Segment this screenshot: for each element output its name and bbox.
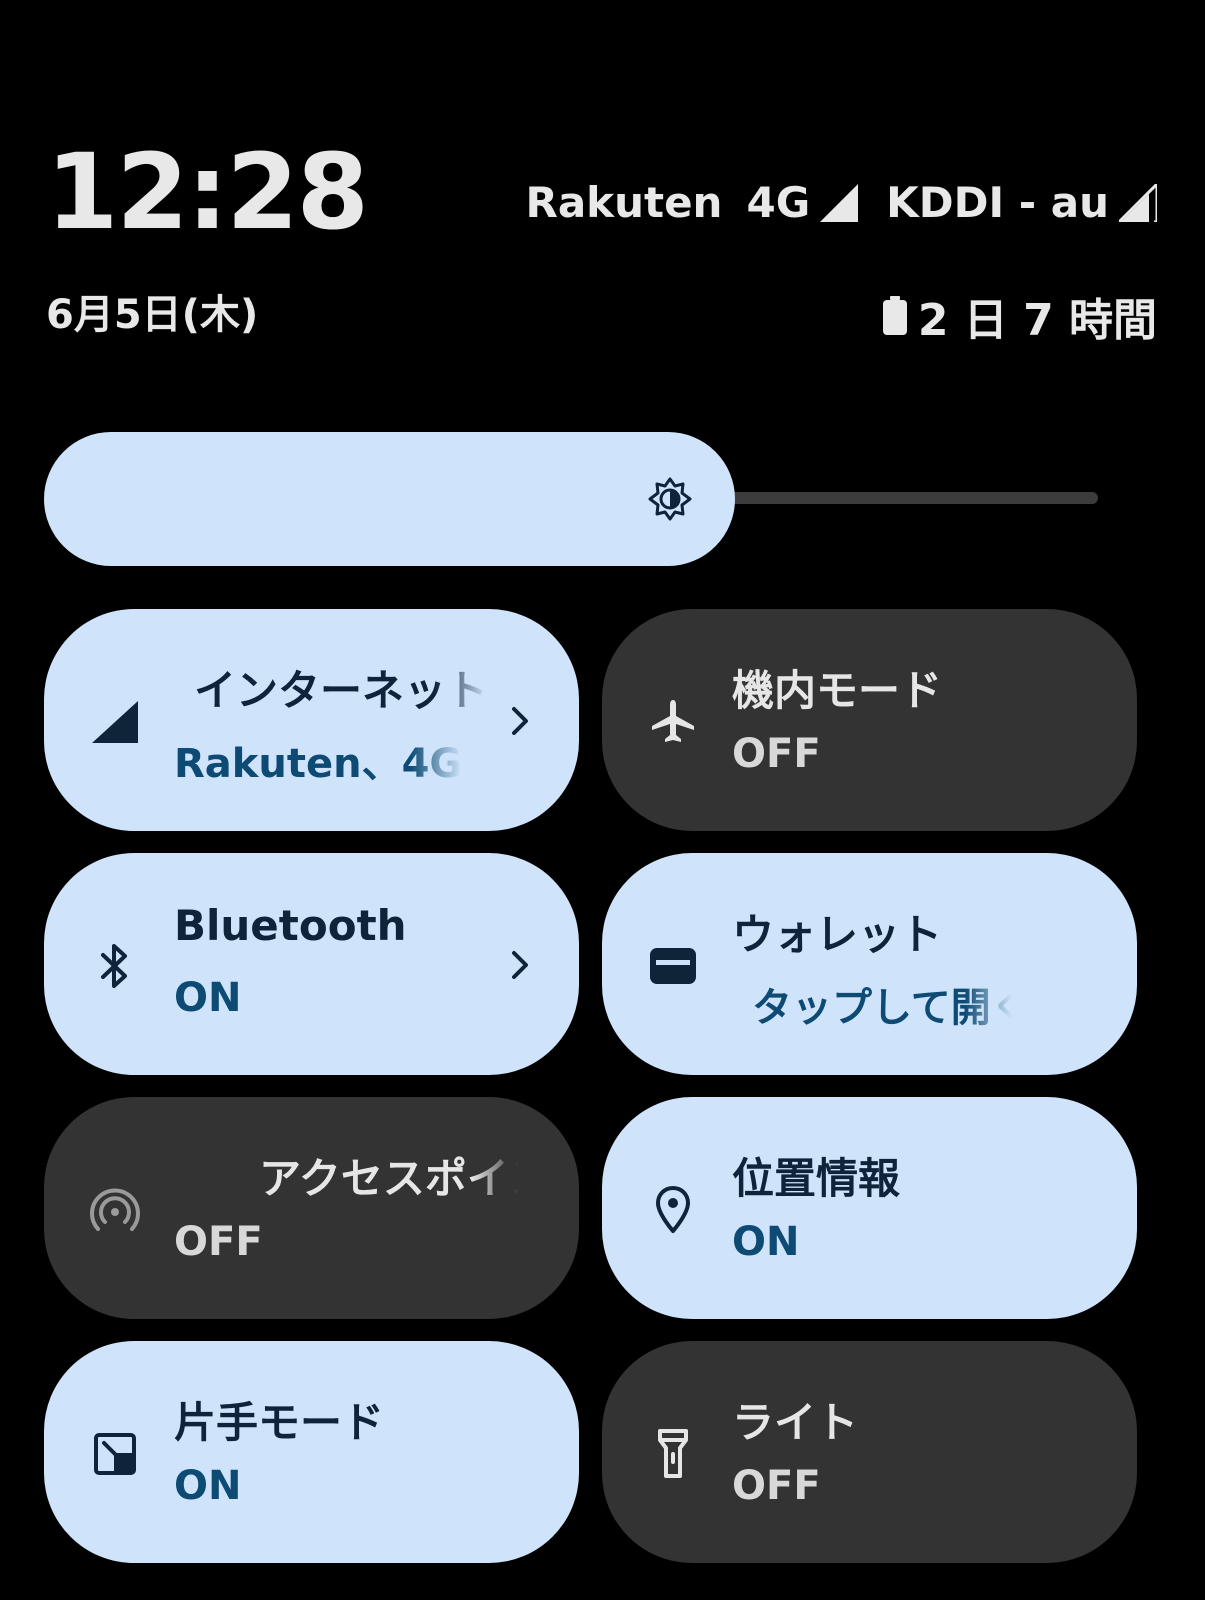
tile-one-handed-title: 片手モード	[174, 1398, 385, 1447]
tile-airplane-status: OFF	[732, 731, 821, 777]
carrier2-name: KDDI - au	[886, 178, 1109, 227]
brightness-slider[interactable]	[44, 432, 1098, 566]
tile-internet-title: インターネット	[194, 666, 489, 715]
tile-wallet[interactable]: ウォレット タップして開く	[602, 853, 1137, 1075]
carrier1-name: Rakuten	[525, 178, 723, 227]
clock[interactable]: 12:28	[46, 140, 369, 244]
signal-icon	[88, 695, 142, 749]
tile-one-handed-status: ON	[174, 1463, 242, 1509]
tile-bluetooth[interactable]: Bluetooth ON	[44, 853, 579, 1075]
tile-internet[interactable]: インターネット Rakuten、4G	[44, 609, 579, 831]
tile-wallet-status: タップして開く	[752, 985, 1012, 1031]
tile-hotspot-status: OFF	[174, 1219, 263, 1265]
tile-airplane-mode[interactable]: 機内モード OFF	[602, 609, 1137, 831]
tile-hotspot-title: アクセスポイント	[259, 1154, 519, 1203]
tile-internet-status: Rakuten、4G	[174, 741, 463, 787]
bluetooth-icon	[88, 939, 142, 993]
tile-location-title: 位置情報	[732, 1154, 901, 1203]
airplane-icon	[646, 695, 700, 749]
battery-icon	[882, 296, 907, 335]
brightness-icon	[648, 477, 692, 521]
tile-bluetooth-title: Bluetooth	[174, 901, 407, 950]
tile-airplane-title: 機内モード	[732, 666, 943, 715]
hotspot-icon	[88, 1183, 142, 1237]
tile-location[interactable]: 位置情報 ON	[602, 1097, 1137, 1319]
carrier1-network: 4G	[746, 178, 811, 227]
carrier-status: Rakuten 4G KDDI - au	[525, 178, 1157, 227]
chevron-right-icon[interactable]	[505, 701, 535, 741]
flashlight-icon	[646, 1427, 700, 1481]
battery-remaining: 2 日 7 時間	[917, 295, 1157, 346]
brightness-fill[interactable]	[44, 432, 735, 566]
tile-bluetooth-status: ON	[174, 975, 242, 1021]
tile-one-handed-mode[interactable]: 片手モード ON	[44, 1341, 579, 1563]
battery-status[interactable]: 2 日 7 時間	[882, 284, 1157, 348]
signal-full-icon	[820, 183, 859, 222]
tile-hotspot[interactable]: アクセスポイント OFF	[44, 1097, 579, 1319]
location-icon	[646, 1183, 700, 1237]
signal-partial-icon	[1119, 183, 1157, 222]
chevron-right-icon[interactable]	[505, 945, 535, 985]
tile-flashlight[interactable]: ライト OFF	[602, 1341, 1137, 1563]
tile-flashlight-status: OFF	[732, 1463, 821, 1509]
tile-flashlight-title: ライト	[732, 1398, 859, 1447]
one-handed-icon	[88, 1427, 142, 1481]
date[interactable]: 6月5日(木)	[46, 282, 258, 340]
wallet-icon	[646, 939, 700, 993]
tile-location-status: ON	[732, 1219, 800, 1265]
tile-wallet-title: ウォレット	[732, 910, 943, 959]
